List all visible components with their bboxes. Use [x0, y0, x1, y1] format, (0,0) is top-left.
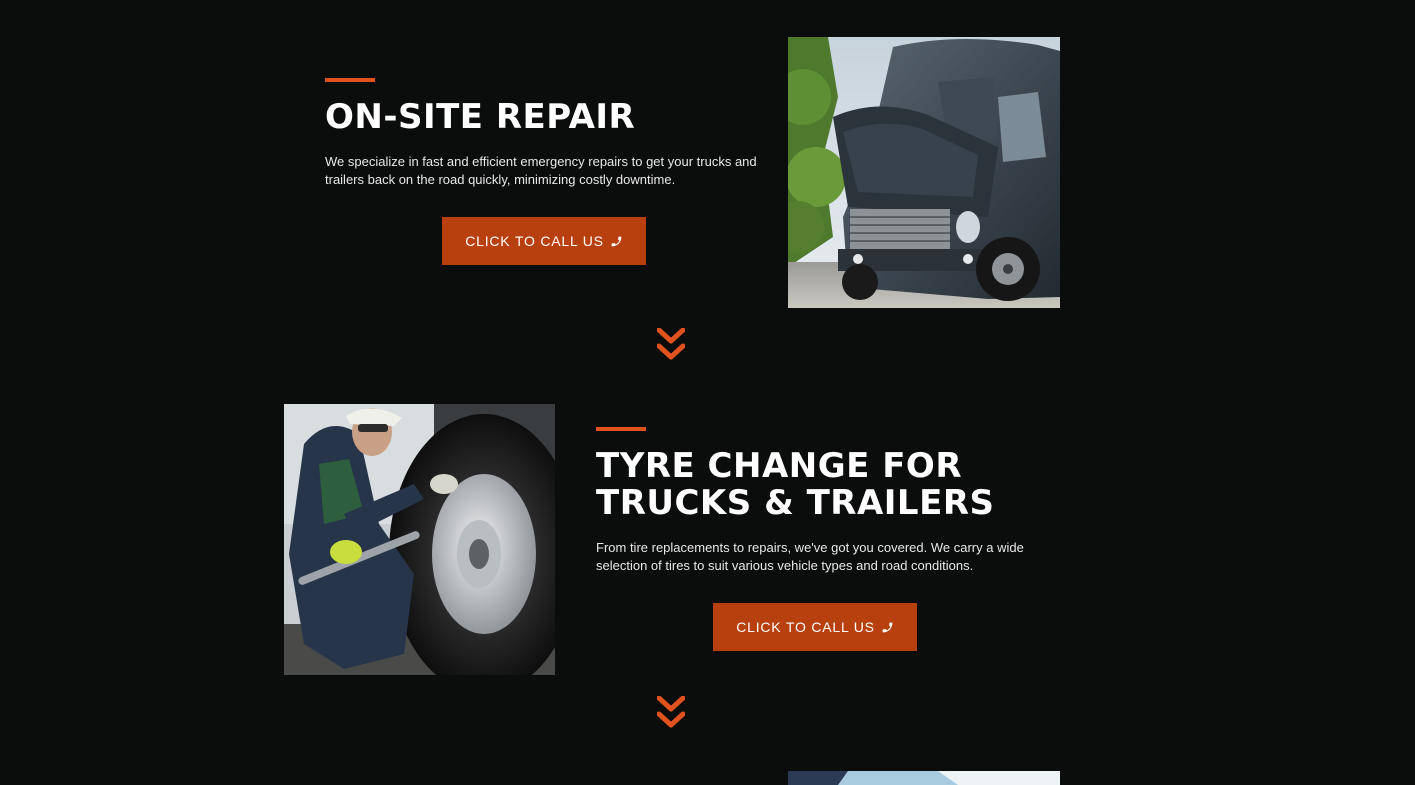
tyre-change-title-line: TYRE CHANGE FOR	[596, 446, 963, 486]
call-us-button-label: CLICK TO CALL US	[736, 619, 875, 635]
title-accent-bar	[325, 78, 375, 82]
description-line: From tire replacements to repairs, we've…	[596, 540, 1024, 555]
next-section-photo	[788, 771, 1060, 785]
call-us-button[interactable]: CLICK TO CALL US	[713, 603, 917, 651]
tyre-change-title-line: TRUCKS & TRAILERS	[596, 483, 995, 523]
mechanic-changing-truck-tire-photo	[284, 404, 555, 675]
on-site-repair-title: ON-SITE REPAIR	[325, 99, 635, 136]
phone-icon	[882, 622, 893, 632]
tyre-change-description: From tire replacements to repairs, we've…	[596, 539, 1024, 575]
title-accent-bar	[596, 427, 646, 431]
description-line: selection of tires to suit various vehic…	[596, 558, 974, 573]
call-us-button[interactable]: CLICK TO CALL US	[442, 217, 646, 265]
phone-icon	[611, 236, 622, 246]
semi-truck-with-open-hood-photo	[788, 37, 1060, 308]
on-site-repair-description: We specialize in fast and efficient emer…	[325, 153, 757, 189]
description-line: We specialize in fast and efficient emer…	[325, 154, 757, 169]
double-chevron-down-icon	[657, 696, 685, 728]
call-us-button-label: CLICK TO CALL US	[465, 233, 604, 249]
on-site-repair-title-text: ON-SITE REPAIR	[325, 97, 636, 137]
description-line: trailers back on the road quickly, minim…	[325, 172, 676, 187]
tyre-change-title: TYRE CHANGE FOR TRUCKS & TRAILERS	[596, 448, 995, 522]
double-chevron-down-icon	[657, 328, 685, 360]
